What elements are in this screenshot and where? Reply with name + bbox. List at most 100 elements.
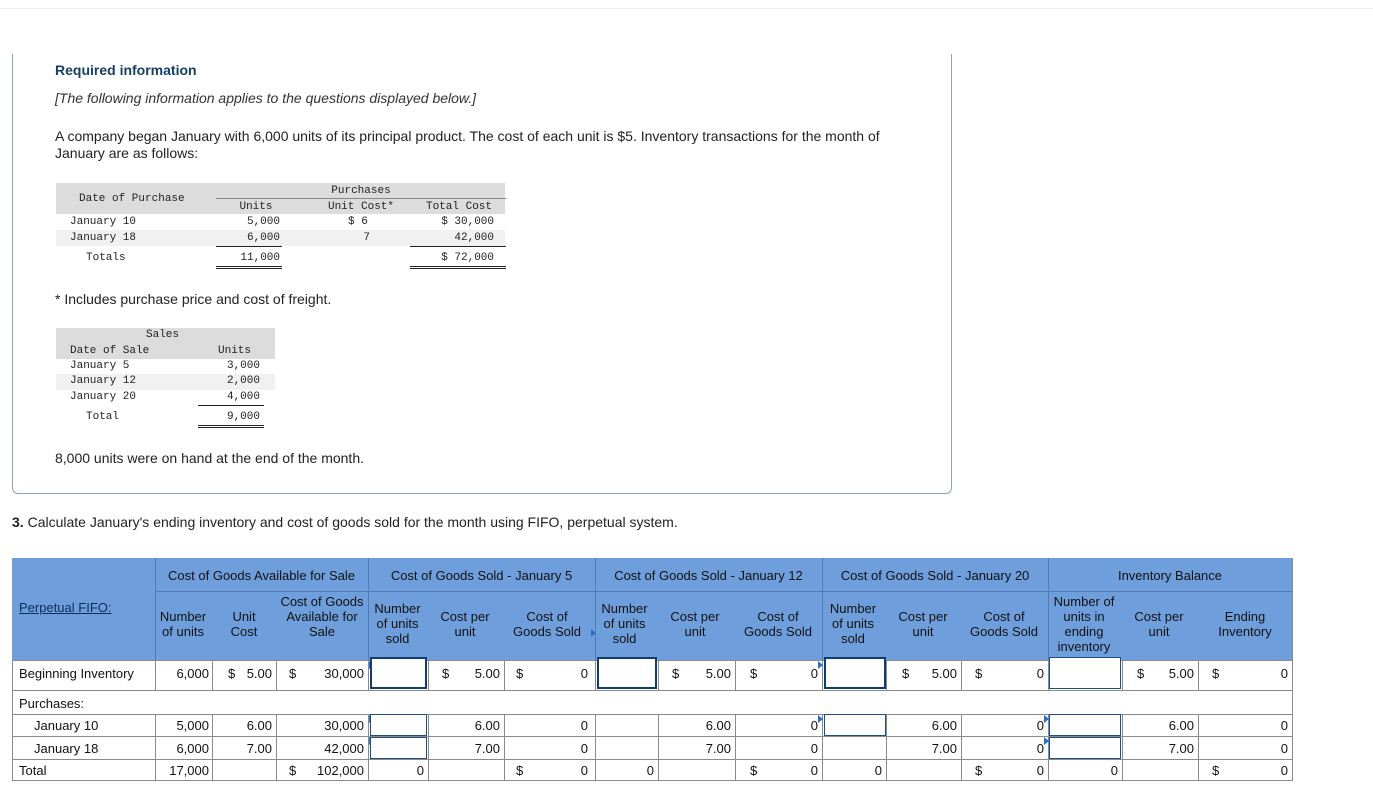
avail-beg-total-dollar: $	[289, 666, 297, 681]
purchase-row-date: January 18	[70, 232, 137, 244]
sub-number-of-units: Number of units	[159, 609, 207, 639]
sub-cost-per-unit-jan20: Cost per unit	[898, 609, 948, 639]
sub-cost-goods-available: Cost of Goods Available for Sale	[280, 594, 364, 639]
jan5-beg-units-sold-input[interactable]	[370, 657, 427, 689]
purchase-row-date: January 10	[70, 216, 137, 228]
group-cogs-jan12: Cost of Goods Sold - January 12	[614, 568, 803, 583]
purchases-totals-units: 11,000	[240, 252, 280, 264]
row-label-jan18: January 18	[34, 741, 99, 756]
sub-number-sold-jan5: Number of units sold	[374, 601, 421, 646]
balance-jan10-ending: 0	[1280, 718, 1288, 733]
sub-cost-per-unit-jan12: Cost per unit	[670, 609, 720, 639]
jan12-jan10-cogs: 0	[810, 718, 818, 733]
purchase-row-units: 5,000	[246, 216, 280, 228]
avail-beg-dollar: $	[228, 666, 236, 681]
jan12-beg-cogs-dollar: $	[750, 666, 758, 681]
purchases-col-unit-cost: Unit Cost*	[327, 201, 394, 213]
sale-row-date: January 5	[70, 360, 130, 372]
avail-total-dollar: $	[289, 763, 297, 778]
group-inventory-balance: Inventory Balance	[1117, 568, 1223, 583]
jan20-beg-units-sold-input[interactable]	[824, 657, 886, 689]
jan5-jan18-cogs: 0	[580, 741, 588, 756]
jan12-total-dollar: $	[750, 763, 758, 778]
avail-beg-cost: 5.00	[246, 666, 272, 681]
purchases-group-header: Purchases	[331, 185, 391, 197]
balance-total-dollar: $	[1212, 763, 1220, 778]
row-label-jan10: January 10	[34, 718, 99, 733]
flag-marker	[818, 661, 823, 669]
balance-jan18-units-input[interactable]	[1049, 737, 1121, 759]
group-cogs-jan20: Cost of Goods Sold - January 20	[840, 568, 1030, 583]
sale-row-date: January 20	[70, 391, 137, 403]
sale-row-date: January 12	[70, 375, 137, 387]
jan5-total-dollar: $	[516, 763, 524, 778]
jan12-beg-cogs: 0	[810, 666, 818, 681]
purchases-col-total: Total Cost	[425, 201, 492, 213]
jan12-beg-cpu-dollar: $	[672, 666, 680, 681]
balance-beg-cpu-dollar: $	[1137, 666, 1145, 681]
sub-ending-inventory: Ending Inventory	[1218, 609, 1272, 639]
footnote: * Includes purchase price and cost of fr…	[55, 291, 332, 307]
jan5-total-units: 0	[416, 763, 424, 778]
jan20-jan10-cogs: 0	[1036, 718, 1044, 733]
jan5-jan10-cogs: 0	[580, 718, 588, 733]
balance-beg-ending-dollar: $	[1212, 666, 1220, 681]
balance-jan18-cpu: 7.00	[1168, 741, 1194, 756]
avail-total-amount: 102,000	[317, 763, 364, 778]
purchase-row-unit-cost: $ 6	[348, 216, 368, 228]
purchase-row-total: 42,000	[454, 232, 494, 244]
balance-beg-cpu: 5.00	[1168, 666, 1194, 681]
jan5-total-cogs: 0	[580, 763, 588, 778]
sub-cogs-jan5: Cost of Goods Sold	[513, 609, 581, 639]
question-3: 3. Calculate January's ending inventory …	[12, 514, 678, 530]
balance-total-units: 0	[1110, 763, 1118, 778]
jan20-total-dollar: $	[975, 763, 983, 778]
avail-jan10-total: 30,000	[324, 718, 364, 733]
sub-cost-per-unit-balance: Cost per unit	[1134, 609, 1184, 639]
required-information-subtitle: [The following information applies to th…	[55, 90, 477, 106]
jan12-total-units: 0	[646, 763, 654, 778]
balance-total-ending: 0	[1280, 763, 1288, 778]
question-number: 3.	[12, 514, 24, 530]
balance-jan10-units-input[interactable]	[1049, 714, 1121, 736]
jan20-jan10-cpu: 6.00	[931, 718, 957, 733]
row-label-total: Total	[19, 763, 47, 778]
sale-row-units: 3,000	[226, 360, 260, 372]
avail-jan18-total: 42,000	[324, 741, 364, 756]
purchases-col-date: Date of Purchase	[79, 193, 185, 205]
flag-marker	[818, 715, 823, 723]
sale-row-units: 2,000	[226, 375, 260, 387]
jan12-jan10-cpu: 6.00	[705, 718, 731, 733]
jan12-jan18-cpu: 7.00	[705, 741, 731, 756]
required-information-box	[12, 54, 952, 494]
jan5-beg-cogs: 0	[580, 666, 588, 681]
avail-jan10-units: 5,000	[176, 718, 209, 733]
purchases-totals-label: Totals	[86, 252, 126, 264]
jan5-beg-cpu-dollar: $	[442, 666, 450, 681]
balance-beg-units-input[interactable]	[1049, 657, 1121, 689]
units-on-hand: 8,000 units were on hand at the end of t…	[55, 450, 364, 466]
jan20-total-cogs: 0	[1036, 763, 1044, 778]
jan5-jan18-units-sold-input[interactable]	[370, 737, 427, 759]
jan20-jan18-cpu: 7.00	[931, 741, 957, 756]
avail-beg-units: 6,000	[176, 666, 209, 681]
required-information-title: Required information	[55, 62, 197, 78]
jan12-jan18-cogs: 0	[810, 741, 818, 756]
jan5-jan10-units-sold-input[interactable]	[370, 714, 427, 736]
jan20-jan18-cogs: 0	[1036, 741, 1044, 756]
jan5-beg-cpu: 5.00	[474, 666, 500, 681]
jan20-jan10-units-sold-input[interactable]	[824, 714, 886, 736]
balance-jan10-cpu: 6.00	[1168, 718, 1194, 733]
sub-number-sold-jan20: Number of units sold	[829, 601, 877, 646]
avail-jan10-cost: 6.00	[246, 718, 272, 733]
flag-marker	[591, 629, 596, 637]
avail-jan18-cost: 7.00	[246, 741, 272, 756]
group-cogs-jan5: Cost of Goods Sold - January 5	[390, 568, 573, 583]
sub-cogs-jan12: Cost of Goods Sold	[744, 609, 812, 639]
sub-cost-per-unit-jan5: Cost per unit	[440, 609, 490, 639]
perpetual-fifo-link[interactable]: Perpetual FIFO:	[19, 600, 111, 615]
jan12-beg-units-sold-input[interactable]	[597, 657, 657, 689]
sub-number-sold-jan12: Number of units sold	[601, 601, 648, 646]
sub-number-ending-inventory: Number of units in ending inventory	[1053, 594, 1115, 654]
problem-paragraph: A company began January with 6,000 units…	[55, 128, 880, 161]
